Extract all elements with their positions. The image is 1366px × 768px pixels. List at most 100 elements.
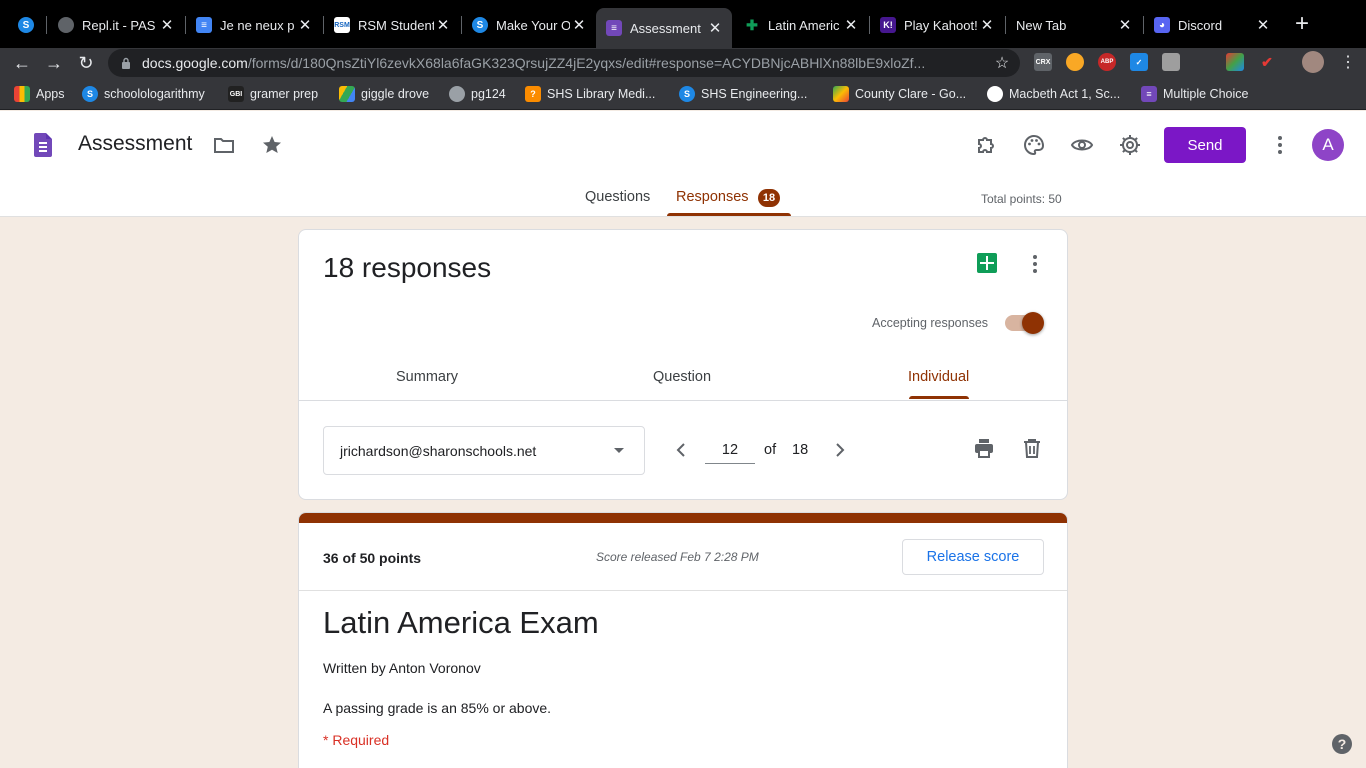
settings-gear-icon[interactable] [1118,133,1142,157]
form-author: Written by Anton Voronov [323,660,481,676]
required-note: * Required [323,732,390,748]
print-icon[interactable] [972,436,996,460]
tab-responses[interactable]: Responses [676,189,749,205]
form-response-card: 36 of 50 points Score released Feb 7 2:2… [298,512,1068,768]
bookmark-gramer-prep[interactable]: GBI gramer prep [228,85,318,103]
subtab-question[interactable]: Question [653,369,711,385]
google-forms-logo-icon[interactable] [34,133,52,157]
close-icon[interactable]: ✕ [978,16,996,34]
tab-rsm[interactable]: RSM RSM Student ✕ [324,8,460,42]
tab-discord[interactable]: ◕ Discord ✕ [1144,8,1280,42]
tab-questions[interactable]: Questions [585,189,650,205]
close-icon[interactable]: ✕ [1116,16,1134,34]
bookmark-county-clare[interactable]: County Clare - Go... [833,85,966,103]
active-subtab-indicator [909,396,969,399]
bookmark-star-icon[interactable]: ☆ [992,53,1012,73]
bookmark-giggle-drove[interactable]: giggle drove [339,85,429,103]
bookmark-label: Apps [36,87,65,101]
close-icon[interactable]: ✕ [570,16,588,34]
close-icon[interactable]: ✕ [158,16,176,34]
bookmark-label: schoolologarithmy [104,87,205,101]
tab-replit[interactable]: Repl.it - PAS ✕ [48,8,184,42]
forward-arrow-icon[interactable]: → [42,51,66,75]
chevron-left-icon[interactable] [672,438,690,462]
url-text: docs.google.com/forms/d/180QnsZtiYl6zevk… [142,55,992,71]
addons-puzzle-icon[interactable] [974,133,998,157]
bookmark-schoolologarithmy[interactable]: S schoolologarithmy [82,85,205,103]
trash-icon[interactable] [1020,436,1044,460]
more-vert-icon[interactable] [1025,252,1045,276]
profile-avatar-icon[interactable] [1302,51,1324,73]
green-cross-icon: ✚ [746,16,758,33]
red-swoosh-extension-icon[interactable]: ✔ [1258,53,1276,71]
account-avatar[interactable]: A [1312,129,1344,161]
help-icon[interactable]: ? [1332,734,1352,754]
rsm-icon: RSM [334,17,350,33]
accepting-responses-toggle[interactable] [1005,312,1044,334]
quiz-icon [987,86,1003,102]
subtab-individual[interactable]: Individual [908,369,969,385]
tab-make-your[interactable]: S Make Your O ✕ [462,8,596,42]
address-bar[interactable]: docs.google.com/forms/d/180QnsZtiYl6zevk… [108,49,1020,77]
tab-docs[interactable]: ≡ Je ne neux p ✕ [186,8,322,42]
globe-icon [449,86,465,102]
bookmark-apps[interactable]: Apps [14,85,65,103]
bookmark-macbeth[interactable]: Macbeth Act 1, Sc... [987,85,1120,103]
close-icon[interactable]: ✕ [842,16,860,34]
close-icon[interactable]: ✕ [296,16,314,34]
divider [299,400,1067,401]
total-points: Total points: 50 [981,192,1062,206]
briefcase-extension-icon[interactable] [1162,53,1180,71]
bookmark-label: Multiple Choice [1163,87,1249,101]
tab-title: RSM Student [358,17,434,33]
tab-assessment[interactable]: ≡ Assessment ✕ [596,8,732,48]
responses-count-title: 18 responses [323,252,492,283]
bookmark-pg124[interactable]: pg124 [449,85,506,103]
palette-icon[interactable] [1022,133,1046,157]
reload-icon[interactable]: ↻ [74,51,98,75]
form-doc-title[interactable]: Assessment [78,132,192,156]
tab-new-tab[interactable]: New Tab ✕ [1006,8,1142,42]
owl-extension-icon[interactable] [1066,53,1084,71]
of-label: of [764,442,777,458]
bookmark-shs-engineering[interactable]: S SHS Engineering... [679,85,807,103]
star-icon[interactable] [260,133,284,157]
preview-eye-icon[interactable] [1070,133,1094,157]
respondent-select[interactable]: jrichardson@sharonschools.net [323,426,645,475]
tab-latin-america[interactable]: ✚ Latin Americ ✕ [734,8,868,42]
replit-icon [58,17,74,33]
crx-extension-icon[interactable]: CRX [1034,53,1052,71]
check-extension-icon[interactable]: ✓ [1130,53,1148,71]
url-host: docs.google.com [142,55,248,71]
send-button[interactable]: Send [1164,127,1246,163]
forms-icon: ≡ [1141,86,1157,102]
form-title: Latin America Exam [323,605,599,640]
library-icon: ? [525,86,541,102]
forms-header: Assessment Send A Questions Responses 18… [0,111,1366,217]
sheets-icon[interactable] [977,253,997,273]
bookmark-shs-library[interactable]: ? SHS Library Medi... [525,85,655,103]
back-arrow-icon[interactable]: ← [10,51,34,75]
tab-pinned[interactable]: S [8,8,42,42]
close-icon[interactable]: ✕ [434,16,452,34]
more-vert-icon[interactable] [1268,133,1292,157]
bookmark-label: giggle drove [361,87,430,101]
chrome-menu-icon[interactable]: ⋮ [1336,51,1360,75]
tab-title: Discord [1178,17,1223,33]
responses-card: 18 responses Accepting responses Summary… [298,229,1068,500]
tab-kahoot[interactable]: K! Play Kahoot! ✕ [870,8,1004,42]
chevron-right-icon[interactable] [831,438,849,462]
color-extension-icon[interactable] [1226,53,1244,71]
adblock-extension-icon[interactable]: ABP [1098,53,1116,71]
close-icon[interactable]: ✕ [706,19,724,37]
new-tab-plus-icon[interactable]: + [1290,12,1314,36]
response-number-input[interactable]: 12 [705,436,755,464]
release-score-button[interactable]: Release score [902,539,1044,575]
folder-icon[interactable] [212,133,236,157]
bookmark-label: Macbeth Act 1, Sc... [1009,87,1121,101]
accepting-responses-label: Accepting responses [872,316,989,330]
bookmark-multiple-choice[interactable]: ≡ Multiple Choice [1141,85,1248,103]
subtab-summary[interactable]: Summary [396,369,458,385]
divider [299,590,1067,591]
close-icon[interactable]: ✕ [1254,16,1272,34]
